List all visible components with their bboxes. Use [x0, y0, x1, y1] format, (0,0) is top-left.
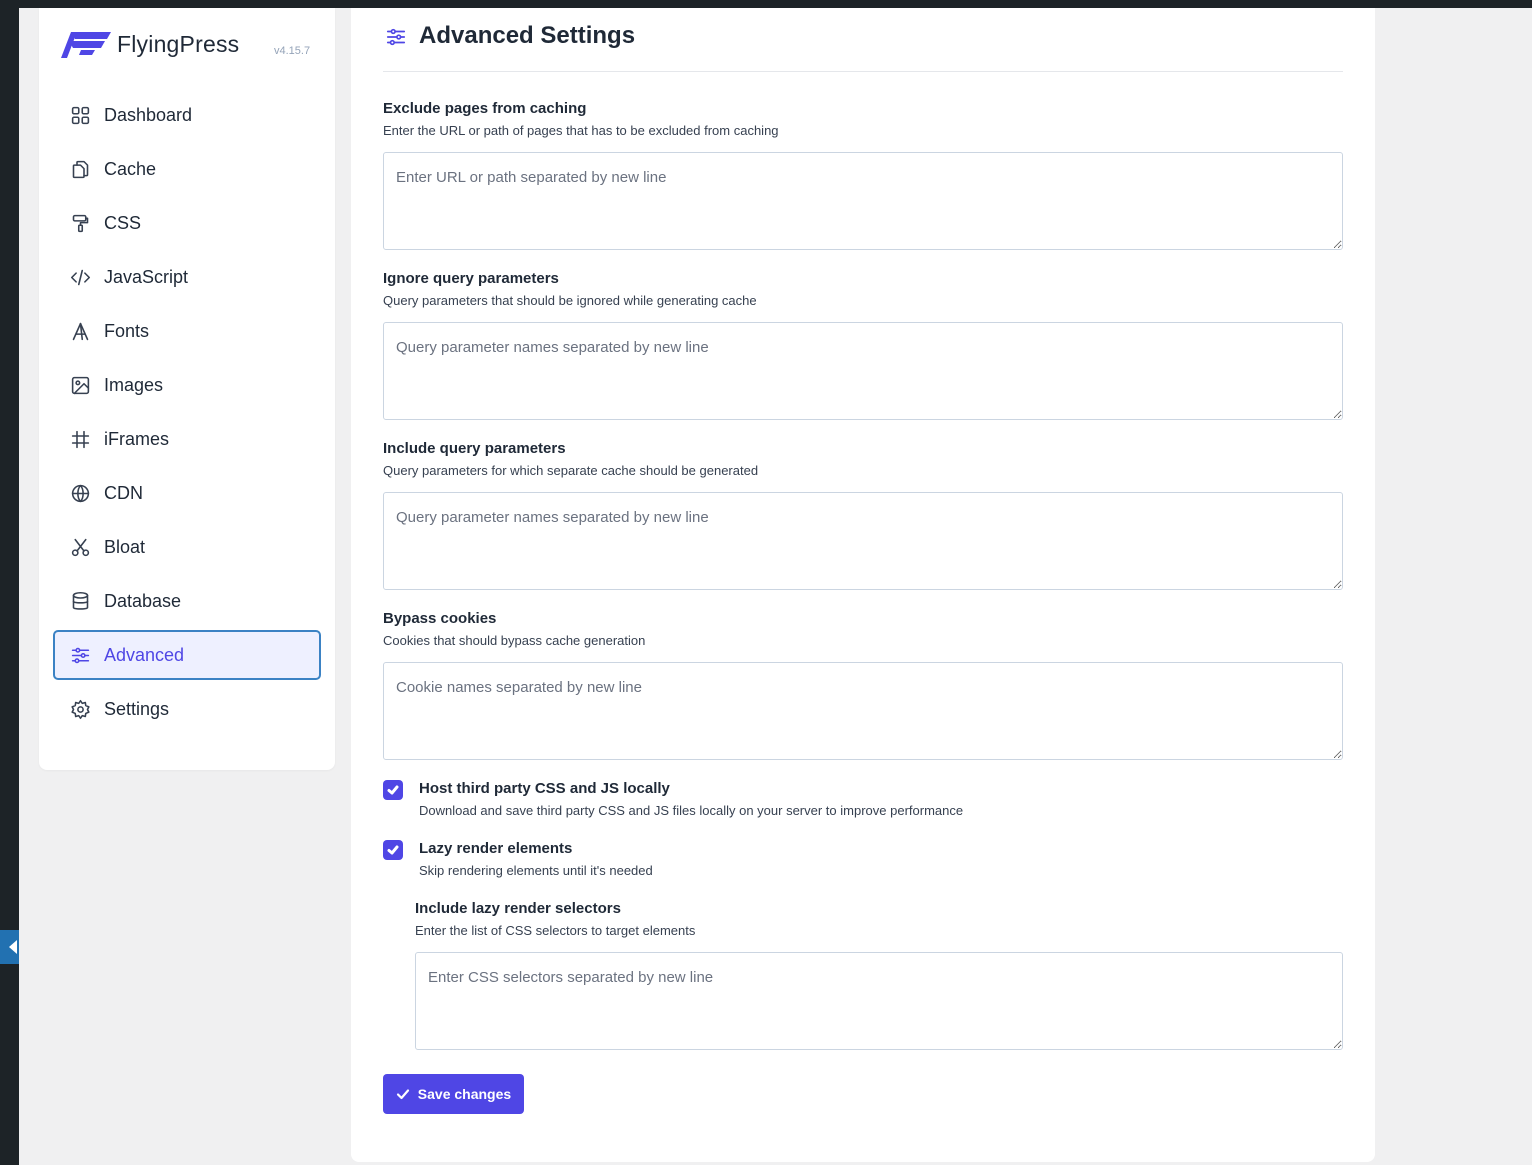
- sliders-icon: [385, 26, 407, 48]
- sidebar-item-label: JavaScript: [104, 266, 189, 287]
- lazy-render-label: Lazy render elements: [419, 840, 573, 857]
- check-icon: [396, 1089, 409, 1100]
- save-button-label: Save changes: [417, 1086, 512, 1102]
- wp-admin-bar: [0, 0, 1532, 8]
- host-third-party-checkbox[interactable]: [383, 780, 403, 800]
- font-icon: [69, 320, 91, 342]
- sidebar-item-javascript[interactable]: JavaScript: [53, 252, 321, 302]
- sidebar-item-cdn[interactable]: CDN: [53, 468, 321, 518]
- host-third-party-label: Host third party CSS and JS locally: [419, 780, 670, 797]
- files-icon: [69, 158, 91, 180]
- sidebar-item-label: Images: [104, 374, 164, 395]
- sidebar-item-label: iFrames: [104, 428, 170, 449]
- sliders-icon: [69, 644, 91, 666]
- main-panel: Advanced Settings Exclude pages from cac…: [351, 8, 1375, 1162]
- sidebar-item-images[interactable]: Images: [53, 360, 321, 410]
- database-icon: [69, 590, 91, 612]
- sidebar-item-label: Database: [104, 590, 182, 611]
- paint-roller-icon: [69, 212, 91, 234]
- sidebar-item-label: Bloat: [104, 536, 146, 557]
- ignore-query-input[interactable]: [383, 322, 1343, 420]
- lazy-selectors-label: Include lazy render selectors: [415, 900, 621, 917]
- host-third-party-desc: Download and save third party CSS and JS…: [419, 803, 964, 818]
- sidebar-item-dashboard[interactable]: Dashboard: [53, 90, 321, 140]
- exclude-pages-input[interactable]: [383, 152, 1343, 250]
- include-query-label: Include query parameters: [383, 440, 566, 457]
- brand-version: v4.15.7: [274, 45, 311, 57]
- sidebar-item-label: Cache: [104, 158, 157, 179]
- sidebar: FlyingPress v4.15.7 Dashboard Cache CSS …: [39, 8, 335, 770]
- sidebar-item-label: CSS: [104, 212, 142, 233]
- sidebar-item-bloat[interactable]: Bloat: [53, 522, 321, 572]
- exclude-pages-label: Exclude pages from caching: [383, 100, 587, 117]
- sidebar-item-label: Settings: [104, 698, 170, 719]
- collapse-menu-icon[interactable]: [0, 930, 19, 964]
- lazy-render-desc: Skip rendering elements until it's neede…: [419, 863, 653, 878]
- exclude-pages-desc: Enter the URL or path of pages that has …: [383, 123, 779, 138]
- check-icon: [387, 785, 399, 795]
- sidebar-item-label: Fonts: [104, 320, 150, 341]
- wp-admin-menu: [0, 0, 19, 1165]
- flyingpress-logo-icon: [61, 32, 111, 58]
- page-header: Advanced Settings: [383, 22, 1343, 72]
- sidebar-item-label: CDN: [104, 482, 143, 503]
- page-title: Advanced Settings: [419, 22, 636, 49]
- hash-icon: [69, 428, 91, 450]
- sidebar-item-css[interactable]: CSS: [53, 198, 321, 248]
- ignore-query-label: Ignore query parameters: [383, 270, 559, 287]
- sidebar-item-database[interactable]: Database: [53, 576, 321, 626]
- include-query-desc: Query parameters for which separate cach…: [383, 463, 759, 478]
- sidebar-item-iframes[interactable]: iFrames: [53, 414, 321, 464]
- sidebar-item-advanced[interactable]: Advanced: [53, 630, 321, 680]
- dashboard-icon: [69, 104, 91, 126]
- sidebar-item-settings[interactable]: Settings: [53, 684, 321, 734]
- bypass-cookies-input[interactable]: [383, 662, 1343, 760]
- code-icon: [69, 266, 91, 288]
- save-button[interactable]: Save changes: [383, 1074, 524, 1114]
- sidebar-item-label: Dashboard: [104, 104, 193, 125]
- gear-icon: [69, 698, 91, 720]
- include-query-input[interactable]: [383, 492, 1343, 590]
- check-icon: [387, 845, 399, 855]
- lazy-selectors-input[interactable]: [415, 952, 1343, 1050]
- bypass-cookies-desc: Cookies that should bypass cache generat…: [383, 633, 646, 648]
- sidebar-item-label: Advanced: [104, 644, 185, 665]
- globe-icon: [69, 482, 91, 504]
- ignore-query-desc: Query parameters that should be ignored …: [383, 293, 757, 308]
- image-icon: [69, 374, 91, 396]
- brand-name: FlyingPress: [117, 31, 240, 57]
- brand: FlyingPress v4.15.7: [61, 26, 321, 70]
- sidebar-item-fonts[interactable]: Fonts: [53, 306, 321, 356]
- bypass-cookies-label: Bypass cookies: [383, 610, 497, 627]
- lazy-render-checkbox[interactable]: [383, 840, 403, 860]
- lazy-selectors-desc: Enter the list of CSS selectors to targe…: [415, 923, 696, 938]
- scissors-icon: [69, 536, 91, 558]
- sidebar-item-cache[interactable]: Cache: [53, 144, 321, 194]
